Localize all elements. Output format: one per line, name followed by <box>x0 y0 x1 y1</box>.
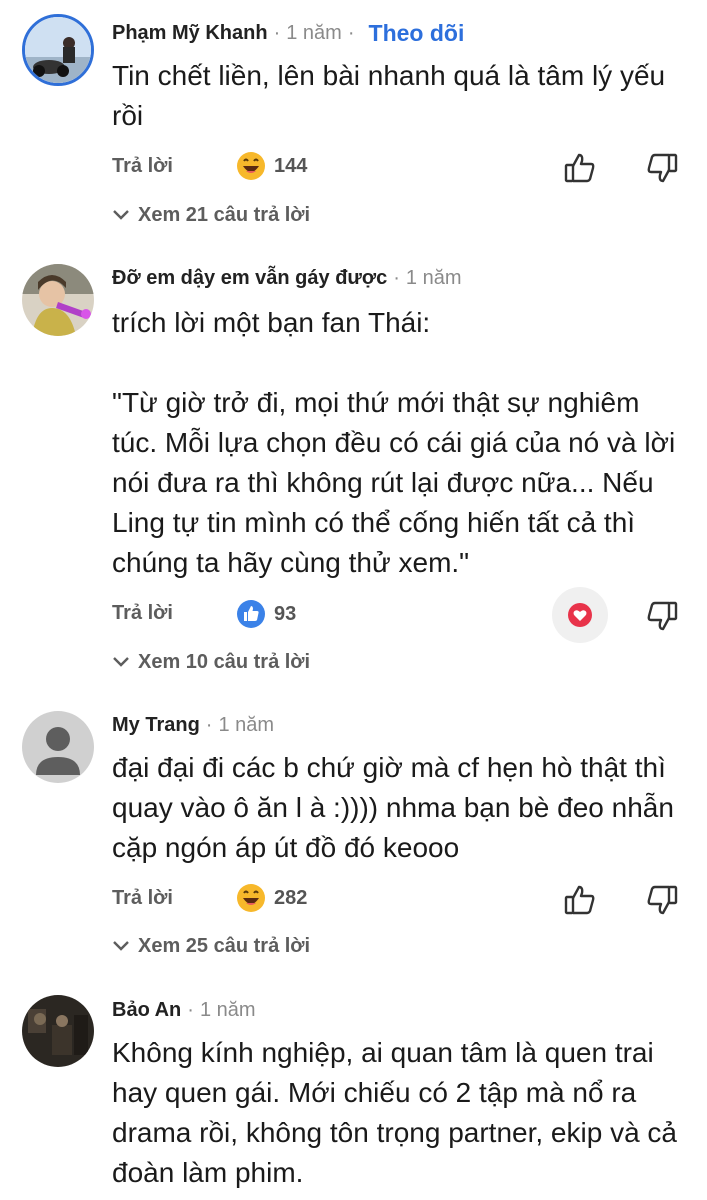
reaction-count: 93 <box>274 602 297 625</box>
timestamp: 1 năm <box>286 21 342 44</box>
comment-header: Đỡ em dậy em vẫn gáy được · 1 năm <box>112 261 462 295</box>
like-icon[interactable] <box>562 150 598 186</box>
follow-button[interactable]: Theo dõi <box>369 20 465 47</box>
comment-text: Tin chết liền, lên bài nhanh quá là tâm … <box>112 60 673 131</box>
heart-icon <box>568 603 592 627</box>
reaction-count: 144 <box>274 154 308 177</box>
avatar[interactable] <box>22 14 94 86</box>
chevron-down-icon <box>113 210 129 220</box>
timestamp: 1 năm <box>199 998 256 1021</box>
avatar[interactable] <box>22 995 94 1067</box>
laugh-emoji-icon <box>236 151 266 181</box>
separator-dot: · <box>187 998 194 1021</box>
laugh-emoji-icon <box>236 883 266 913</box>
view-replies-button[interactable]: Xem 21 câu trả lời <box>112 200 310 230</box>
author-name[interactable]: Đỡ em dậy em vẫn gáy được <box>112 267 387 290</box>
comment-header: Phạm Mỹ Khanh · 1 năm · Theo dõi <box>112 16 464 50</box>
separator-dot: · <box>347 21 355 44</box>
comment-text: trích lời một bạn fan Thái: "Từ giờ trở … <box>112 307 676 578</box>
comment-header: My Trang · 1 năm <box>112 708 274 742</box>
avatar-image <box>22 995 94 1067</box>
dislike-icon[interactable] <box>644 150 680 186</box>
separator-dot: · <box>205 713 213 736</box>
chevron-down-icon <box>113 941 129 951</box>
reaction-count: 282 <box>274 886 308 909</box>
comment-text: đại đại đi các b chứ giờ mà cf hẹn hò th… <box>112 752 682 863</box>
reaction-summary[interactable]: 93 <box>236 598 296 630</box>
reply-button[interactable]: Trả lời <box>112 883 173 913</box>
avatar[interactable] <box>22 711 94 783</box>
avatar[interactable] <box>22 264 94 336</box>
reply-button[interactable]: Trả lời <box>112 598 173 628</box>
separator-dot: · <box>273 21 281 44</box>
chevron-down-icon <box>113 657 129 667</box>
author-name[interactable]: Phạm Mỹ Khanh <box>112 22 268 45</box>
view-replies-button[interactable]: Xem 10 câu trả lời <box>112 647 310 677</box>
avatar-image <box>25 17 91 83</box>
timestamp: 1 năm <box>218 713 275 736</box>
reaction-summary[interactable]: 282 <box>236 882 307 914</box>
author-heart-badge[interactable] <box>552 587 608 643</box>
reply-button[interactable]: Trả lời <box>112 151 173 181</box>
timestamp: 1 năm <box>405 266 462 289</box>
dislike-icon[interactable] <box>644 598 680 634</box>
separator-dot: · <box>393 266 400 289</box>
view-replies-label: Xem 10 câu trả lời <box>138 650 311 673</box>
dislike-icon[interactable] <box>644 882 680 918</box>
author-name[interactable]: Bảo An <box>112 999 181 1022</box>
author-name[interactable]: My Trang <box>112 714 200 737</box>
comment-text: Không kính nghiệp, ai quan tâm là quen t… <box>112 1037 685 1188</box>
avatar-image <box>22 264 94 336</box>
default-user-icon <box>22 711 94 783</box>
thumbs-up-reaction-icon <box>236 599 266 629</box>
comment-header: Bảo An · 1 năm <box>112 993 256 1027</box>
view-replies-label: Xem 21 câu trả lời <box>138 203 311 226</box>
reaction-summary[interactable]: 144 <box>236 150 307 182</box>
view-replies-button[interactable]: Xem 25 câu trả lời <box>112 931 310 961</box>
like-icon[interactable] <box>562 882 598 918</box>
view-replies-label: Xem 25 câu trả lời <box>138 934 311 957</box>
